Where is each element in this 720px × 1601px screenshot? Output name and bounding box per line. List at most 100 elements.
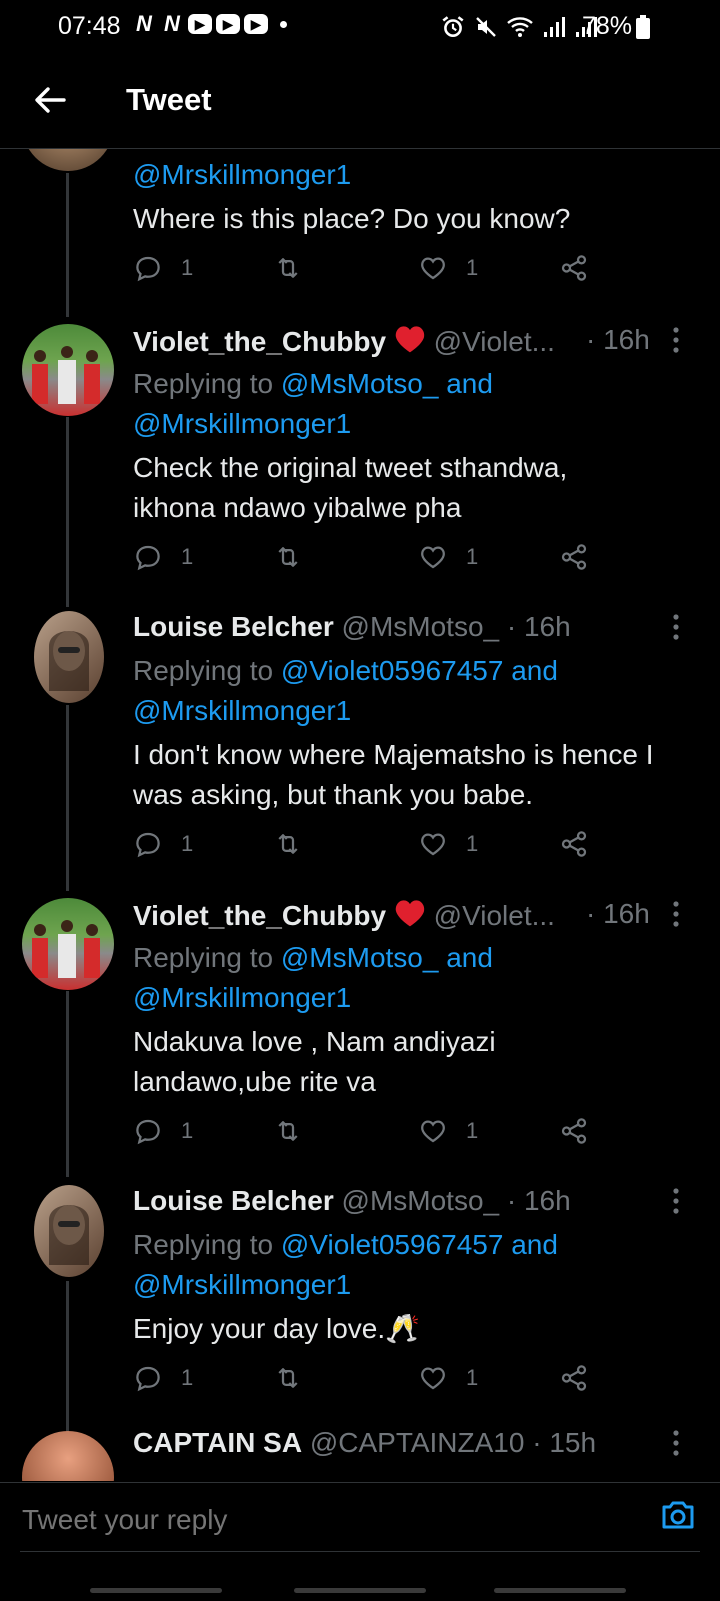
status-icons <box>440 14 598 40</box>
share-icon <box>561 1365 587 1391</box>
tweet-actions: 1 1 <box>133 1363 613 1395</box>
more-options-icon[interactable] <box>672 1187 680 1215</box>
notification-more-dot <box>280 20 287 28</box>
mention-link[interactable]: @Mrskillmonger1 <box>133 695 351 726</box>
tweet-time: · 16h <box>506 1185 571 1216</box>
mention-link[interactable]: @Violet05967457 and <box>281 1229 558 1260</box>
share-button[interactable] <box>559 1116 589 1146</box>
like-button[interactable]: 1 <box>418 253 478 283</box>
avatar[interactable] <box>22 149 114 171</box>
more-options-icon[interactable] <box>672 326 680 354</box>
retweet-button[interactable] <box>273 1116 303 1146</box>
reply-input[interactable] <box>20 1499 624 1541</box>
nav-back-handle[interactable] <box>494 1588 626 1593</box>
like-count: 1 <box>466 544 479 569</box>
reply-button[interactable]: 1 <box>133 1116 193 1146</box>
more-options-icon[interactable] <box>672 900 680 928</box>
share-button[interactable] <box>559 829 589 859</box>
red-heart-emoji-icon <box>395 326 425 353</box>
alarm-icon <box>442 16 464 37</box>
reply-icon <box>136 832 160 858</box>
reply-button[interactable]: 1 <box>133 1363 193 1393</box>
back-arrow-icon[interactable] <box>30 80 70 120</box>
mention-link[interactable]: @Mrskillmonger1 <box>133 159 351 190</box>
wifi-icon <box>507 17 533 37</box>
reply-button[interactable]: 1 <box>133 829 193 859</box>
reply-button[interactable]: 1 <box>133 253 193 283</box>
tweet-actions: 1 1 <box>133 829 613 861</box>
reply-count: 1 <box>181 1365 194 1390</box>
share-icon <box>561 255 587 281</box>
red-heart-emoji-icon <box>395 900 425 927</box>
status-time: 07:48 <box>58 12 121 40</box>
mention-link[interactable]: @Mrskillmonger1 <box>133 408 351 439</box>
mute-icon <box>476 17 496 37</box>
like-button[interactable]: 1 <box>418 1116 478 1146</box>
composer-divider <box>20 1551 700 1552</box>
share-button[interactable] <box>559 1363 589 1393</box>
tweet-text: Ndakuva love , Nam andiyazi landawo,ube … <box>133 1026 496 1097</box>
avatar[interactable] <box>22 1431 114 1481</box>
heart-outline-icon <box>421 1367 445 1390</box>
user-handle: @CAPTAINZA10 <box>309 1427 525 1458</box>
user-handle: @MsMotso_ <box>341 1185 500 1216</box>
retweet-button[interactable] <box>273 829 303 859</box>
user-handle: @Violet... <box>433 326 555 357</box>
more-options-icon[interactable] <box>672 613 680 641</box>
share-button[interactable] <box>559 542 589 572</box>
like-button[interactable]: 1 <box>418 829 478 859</box>
display-name[interactable]: Louise Belcher <box>133 1185 334 1216</box>
nav-home-handle[interactable] <box>294 1588 426 1593</box>
reply-button[interactable]: 1 <box>133 542 193 572</box>
retweet-button[interactable] <box>273 542 303 572</box>
notification-youtube-icon: ▶ <box>216 14 240 34</box>
heart-outline-icon <box>421 257 445 280</box>
mention-link[interactable]: @MsMotso_ and <box>281 942 493 973</box>
tweet-actions: 1 1 <box>133 253 613 285</box>
retweet-icon <box>278 258 298 278</box>
avatar[interactable] <box>22 324 114 416</box>
like-button[interactable]: 1 <box>418 1363 478 1393</box>
notification-n-icon: N <box>136 11 152 36</box>
retweet-icon <box>278 1121 298 1141</box>
reply-count: 1 <box>181 1118 194 1143</box>
heart-outline-icon <box>421 546 445 569</box>
page-title: Tweet <box>126 82 212 117</box>
avatar[interactable] <box>22 898 114 990</box>
reply-mentions: Replying to @Violet05967457 and @Mrskill… <box>133 1225 693 1305</box>
thread-connector <box>66 991 69 1177</box>
thread-connector <box>66 417 69 607</box>
retweet-button[interactable] <box>273 1363 303 1393</box>
retweet-icon <box>278 547 298 567</box>
notification-youtube-icon: ▶ <box>188 14 212 34</box>
avatar-image <box>32 920 100 978</box>
user-handle: @Violet... <box>433 900 555 931</box>
display-name[interactable]: Violet_the_Chubby <box>133 326 386 357</box>
mention-link[interactable]: @Violet05967457 and <box>281 655 558 686</box>
tweet-thread[interactable]: @Mrskillmonger1 Where is this place? Do … <box>0 149 720 1481</box>
mention-link[interactable]: @Mrskillmonger1 <box>133 1269 351 1300</box>
reply-icon <box>136 1119 160 1145</box>
like-button[interactable]: 1 <box>418 542 478 572</box>
display-name[interactable]: Louise Belcher <box>133 611 334 642</box>
avatar[interactable] <box>34 611 104 703</box>
display-name[interactable]: Violet_the_Chubby <box>133 900 386 931</box>
more-options-icon[interactable] <box>672 1429 680 1457</box>
share-icon <box>561 1118 587 1144</box>
camera-icon[interactable] <box>658 1495 698 1535</box>
avatar[interactable] <box>34 1185 104 1277</box>
retweet-button[interactable] <box>273 253 303 283</box>
nav-recents-handle[interactable] <box>90 1588 222 1593</box>
retweet-icon <box>278 1368 298 1388</box>
share-icon <box>561 831 587 857</box>
reply-mentions: Replying to @MsMotso_ and @Mrskillmonger… <box>133 364 693 444</box>
tweet-time: · 15h <box>532 1427 597 1458</box>
mention-link[interactable]: @Mrskillmonger1 <box>133 982 351 1013</box>
replying-to-label: Replying to <box>133 368 274 399</box>
thread-connector <box>66 173 69 317</box>
display-name[interactable]: CAPTAIN SA <box>133 1427 302 1458</box>
tweet-header: Louise Belcher @MsMotso_ · 16h <box>133 611 571 643</box>
share-button[interactable] <box>559 253 589 283</box>
mention-link[interactable]: @MsMotso_ and <box>281 368 493 399</box>
like-count: 1 <box>466 1118 479 1143</box>
